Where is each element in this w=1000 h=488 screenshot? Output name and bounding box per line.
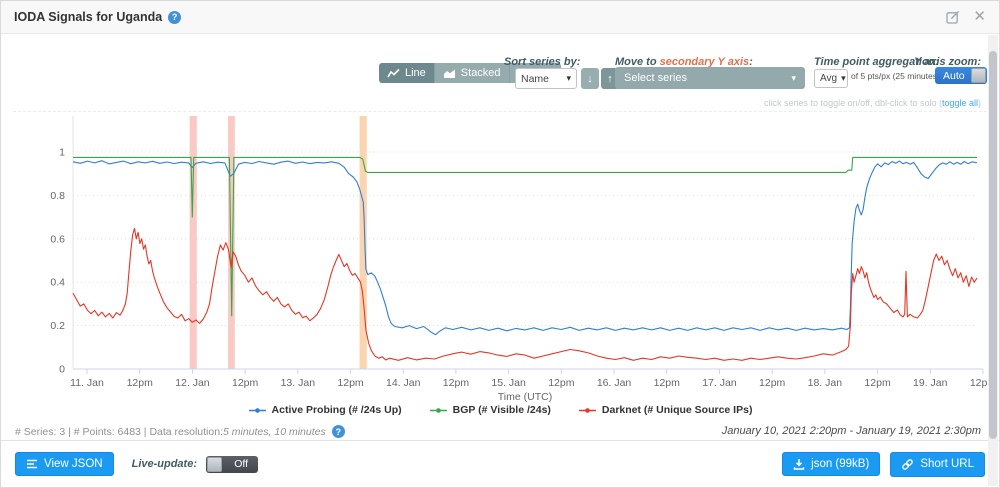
x-axis-tick-label: 12pm	[864, 377, 891, 389]
y-axis-tick-label: 0	[59, 364, 65, 376]
legend-marker	[578, 406, 597, 415]
scrollbar-track[interactable]	[988, 35, 998, 486]
page-title: IODA Signals for Uganda	[14, 10, 162, 24]
series-line-darknet[interactable]	[73, 228, 977, 360]
help-icon[interactable]: ?	[332, 425, 345, 438]
aggregation-select[interactable]: Avg ▾	[814, 69, 848, 88]
x-axis-tick-label: 12pm	[127, 377, 154, 389]
live-update-value: Off	[234, 458, 248, 470]
modal-header: IODA Signals for Uganda ? ✕	[1, 1, 999, 34]
x-axis-tick-label: 13. Jan	[281, 377, 316, 389]
x-axis-tick-label: 16. Jan	[597, 377, 632, 389]
download-json-button[interactable]: json (99kB)	[782, 452, 880, 476]
scrollbar-thumb[interactable]	[989, 51, 997, 439]
x-axis-tick-label: 12pm	[548, 377, 575, 389]
legend-label: BGP (# Visible /24s)	[453, 404, 551, 416]
aggregation-selected-value: Avg	[820, 73, 837, 84]
footer-bar: View JSON Live-update: Off json (99kB) S…	[1, 440, 999, 487]
chevron-down-icon: ▾	[566, 73, 571, 84]
timeseries-chart[interactable]: 0 0.2 0.4 0.6 0.8 1 11. Jan 12pm 12. Jan 12pm 13. …	[15, 103, 987, 403]
chart-legend: Active Probing (# /24s Up) BGP (# Visible…	[1, 404, 999, 416]
legend-item[interactable]: Active Probing (# /24s Up)	[248, 404, 402, 416]
legend-marker	[429, 406, 448, 415]
y-axis-zoom-value: Auto	[943, 70, 965, 82]
x-axis-tick-label: 12pm	[232, 377, 259, 389]
edit-icon[interactable]	[946, 10, 960, 24]
x-axis-tick-label: 12pm	[654, 377, 681, 389]
series-line-bgp[interactable]	[73, 157, 977, 315]
link-icon	[901, 458, 914, 471]
x-axis-tick-label: 14. Jan	[386, 377, 421, 389]
toggle-knob	[207, 457, 222, 472]
x-axis-title: Time (UTC)	[498, 391, 552, 403]
x-axis-tick-label: 12pm	[337, 377, 364, 389]
chart-type-label: Line	[405, 67, 426, 79]
series-points-text: # Series: 3 | # Points: 6483 | Data reso…	[15, 426, 223, 438]
y-axis-tick-label: 0.8	[50, 190, 65, 202]
series-line-active[interactable]	[73, 161, 977, 335]
chart-type-line-button[interactable]: Line	[379, 63, 435, 83]
legend-marker	[248, 406, 267, 415]
area-chart-icon	[443, 68, 456, 79]
alert-band	[190, 116, 197, 369]
data-resolution-text: 5 minutes, 10 minutes	[223, 426, 326, 438]
sort-selected-value: Name	[521, 73, 549, 85]
legend-item[interactable]: BGP (# Visible /24s)	[429, 404, 551, 416]
legend-label: Active Probing (# /24s Up)	[272, 404, 402, 416]
aggregation-suffix: of 5 pts/px (25 minutes)	[851, 71, 940, 81]
chart-type-stacked-button[interactable]: Stacked	[435, 63, 510, 83]
y-axis-tick-label: 0.6	[50, 233, 65, 245]
help-icon[interactable]: ?	[168, 11, 181, 24]
legend-item[interactable]: Darknet (# Unique Source IPs)	[578, 404, 753, 416]
y-axis-tick-label: 0.4	[50, 277, 65, 289]
toggle-knob	[971, 68, 986, 83]
x-axis-tick-label: 15. Jan	[491, 377, 526, 389]
view-json-button[interactable]: View JSON	[15, 452, 114, 476]
x-axis-tick-label: 12pm	[970, 377, 987, 389]
download-icon	[793, 458, 805, 470]
sort-series-select[interactable]: Name ▾	[515, 68, 577, 89]
x-axis-tick-label: 18. Jan	[808, 377, 843, 389]
legend-label: Darknet (# Unique Source IPs)	[602, 404, 753, 416]
x-axis-tick-label: 12. Jan	[175, 377, 210, 389]
alert-band	[228, 116, 235, 369]
chevron-down-icon: ▾	[791, 73, 796, 84]
y-axis-zoom-toggle[interactable]: Auto	[935, 67, 987, 84]
select-series-dropdown[interactable]: Select series ▾	[615, 67, 805, 89]
list-icon	[26, 459, 38, 469]
chevron-down-icon: ▾	[841, 73, 846, 84]
x-axis-tick-label: 12pm	[443, 377, 470, 389]
y-axis-tick-label: 0.2	[50, 320, 65, 332]
series-summary: # Series: 3 | # Points: 6483 | Data reso…	[15, 425, 345, 438]
sort-descending-button[interactable]: ↓	[581, 68, 599, 89]
live-update-label: Live-update:	[132, 458, 197, 470]
chart-type-label: Stacked	[461, 67, 501, 79]
view-json-label: View JSON	[44, 458, 103, 470]
date-range: January 10, 2021 2:20pm - January 19, 20…	[722, 425, 981, 437]
sort-series-label: Sort series by:	[504, 56, 580, 68]
x-axis-tick-label: 19. Jan	[913, 377, 948, 389]
close-icon[interactable]: ✕	[973, 10, 986, 24]
short-url-label: Short URL	[920, 458, 974, 470]
x-axis-tick-label: 17. Jan	[702, 377, 737, 389]
x-axis-tick-label: 11. Jan	[70, 377, 104, 389]
short-url-button[interactable]: Short URL	[890, 452, 985, 477]
y-axis-tick-label: 1	[59, 147, 65, 159]
line-chart-icon	[387, 68, 400, 79]
download-json-label: json (99kB)	[811, 458, 869, 470]
live-update-toggle[interactable]: Off	[206, 456, 258, 473]
x-axis-tick-label: 12pm	[759, 377, 786, 389]
select-series-placeholder: Select series	[624, 72, 687, 84]
